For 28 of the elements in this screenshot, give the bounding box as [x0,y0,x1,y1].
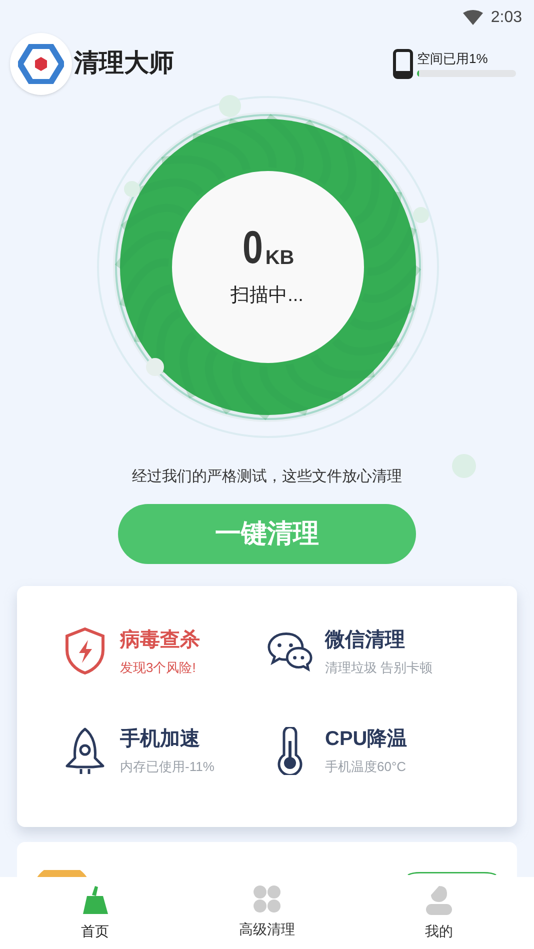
feature-title[interactable]: CPU降温 [325,725,408,753]
phone-icon [393,49,413,79]
nav-tab[interactable]: 首页 [55,877,135,949]
feature-title[interactable]: 病毒查杀 [120,626,200,654]
nav-tab[interactable]: 我的 [399,877,479,949]
broom-icon [81,885,109,915]
grid-icon [253,885,281,913]
scan-size: 0 [242,224,263,270]
nav-tab[interactable]: 高级清理 [227,877,307,949]
storage-label: 空间已用1% [417,51,489,67]
feature-subtitle: 内存已使用-11% [120,758,214,776]
feature-subtitle: 发现3个风险! [120,658,197,676]
shield-icon [63,626,107,676]
feature-title[interactable]: 手机加速 [120,725,214,753]
app-logo [10,33,72,95]
chat-bubbles-icon [267,630,313,672]
status-time: 2:03 [490,8,522,28]
caption: 经过我们的严格测试，这些文件放心清理 [132,467,402,487]
feature-subtitle: 清理垃圾 告别卡顿 [325,658,433,676]
scan-unit: KB [265,248,294,268]
wifi-icon [462,10,483,26]
feature-title[interactable]: 微信清理 [325,626,433,654]
thermometer-icon [275,726,305,775]
feature-subtitle: 手机温度60°C [325,758,408,776]
scan-status: 扫描中... [230,284,304,308]
app-title: 清理大师 [74,48,174,80]
rocket-icon [63,726,107,776]
person-icon [425,885,453,915]
